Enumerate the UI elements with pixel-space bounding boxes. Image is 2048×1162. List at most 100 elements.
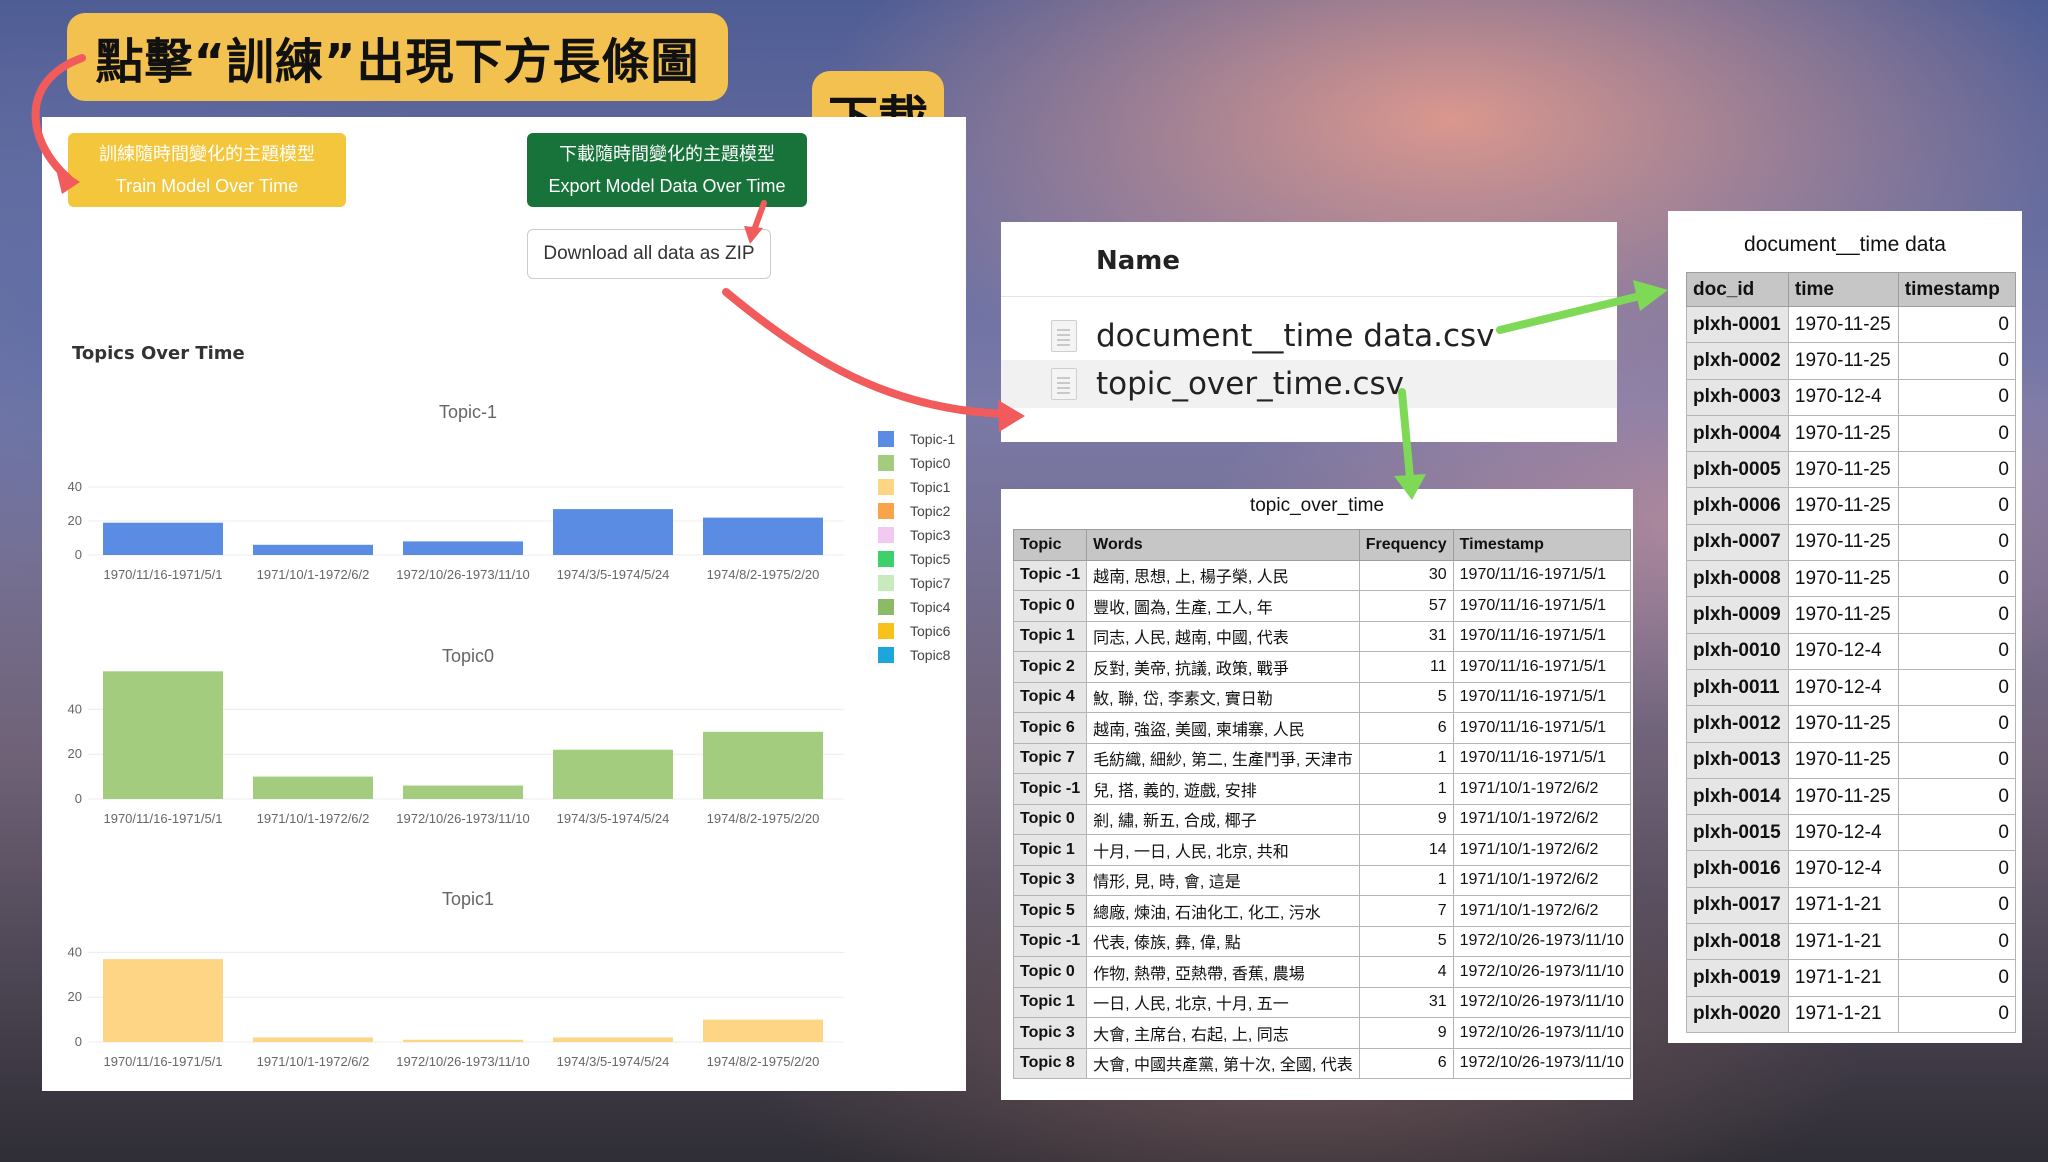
legend-label: Topic7 <box>910 575 951 591</box>
table-cell: plxh-0014 <box>1686 777 1789 816</box>
file-list-panel: Name document__time data.csv topic_over_… <box>1001 222 1617 442</box>
table-cell: 1971/10/1-1972/6/2 <box>1452 834 1631 866</box>
bar <box>253 776 373 799</box>
column-header: Words <box>1086 529 1360 561</box>
legend-label: Topic3 <box>910 527 951 543</box>
table-cell: 1970-11-25 <box>1787 523 1899 562</box>
legend-label: Topic0 <box>910 455 951 471</box>
table-cell: 0 <box>1897 632 2017 670</box>
table-cell: 0 <box>1897 814 2017 852</box>
bar <box>253 544 373 555</box>
table-row: plxh-0006 1970-11-25 0 <box>1686 487 2017 525</box>
table-cell: 1970/11/16-1971/5/1 <box>1452 651 1631 683</box>
table-cell: 1 <box>1358 742 1454 774</box>
table-cell: 31 <box>1358 620 1454 652</box>
table-cell: Topic 1 <box>1012 834 1088 866</box>
table-cell: plxh-0020 <box>1686 995 1789 1033</box>
table-cell: 1971-1-21 <box>1787 959 1899 997</box>
legend-swatch <box>878 431 894 447</box>
table-cell: 0 <box>1897 995 2017 1033</box>
table-cell: plxh-0018 <box>1686 923 1789 961</box>
table-row: Topic -1 代表, 傣族, 彝, 偉, 點 5 1972/10/26-1973/… <box>1012 925 1631 957</box>
table-cell: 5 <box>1358 681 1454 713</box>
table-cell: plxh-0012 <box>1686 705 1789 743</box>
table-cell: 1970/11/16-1971/5/1 <box>1452 590 1631 622</box>
table-cell: 1970-11-25 <box>1787 560 1899 598</box>
bar <box>103 959 223 1042</box>
table-cell: 作物, 熱帶, 亞熱帶, 香蕉, 農場 <box>1086 956 1360 988</box>
table-cell: 1972/10/26-1973/11/10 <box>1452 925 1631 957</box>
table-cell: 0 <box>1897 414 2017 453</box>
table-cell: 1971-1-21 <box>1787 923 1899 961</box>
table-cell: Topic 3 <box>1012 1017 1088 1049</box>
legend-swatch <box>878 479 894 495</box>
table-cell: 1971/10/1-1972/6/2 <box>1452 803 1631 835</box>
table-cell: Topic 1 <box>1012 986 1088 1018</box>
table-cell: 6 <box>1358 1047 1454 1079</box>
table-cell: 1 <box>1358 864 1454 896</box>
table-cell: 大會, 主席台, 右起, 上, 同志 <box>1086 1017 1360 1049</box>
file-row-topic-over-time[interactable]: topic_over_time.csv <box>1001 360 1617 408</box>
table-cell: 1 <box>1358 773 1454 805</box>
table-header-row: doc_id time timestamp <box>1686 272 2017 307</box>
table-cell: 0 <box>1897 342 2017 380</box>
table-row: plxh-0012 1970-11-25 0 <box>1686 705 2017 743</box>
table-cell: 1971-1-21 <box>1787 886 1899 925</box>
table-row: plxh-0020 1971-1-21 0 <box>1686 995 2017 1033</box>
topics-over-time-charts: Topic-1 0 20 40 1970/11/16-1971/5/1 1971/10/1… <box>68 402 956 1069</box>
table-cell: 0 <box>1897 923 2017 961</box>
table-cell: 1970/11/16-1971/5/1 <box>1452 712 1631 744</box>
table-cell: 9 <box>1358 1017 1454 1049</box>
table-cell: 0 <box>1897 850 2017 888</box>
file-row-document-time[interactable]: document__time data.csv <box>1001 312 1617 360</box>
table-cell: 1970-11-25 <box>1787 414 1899 453</box>
table-cell: 0 <box>1897 451 2017 489</box>
table-cell: plxh-0001 <box>1686 305 1789 344</box>
table-cell: 0 <box>1897 305 2017 344</box>
legend-label: Topic4 <box>910 599 951 615</box>
x-tick-label: 1972/10/26-1973/11/10 <box>396 567 530 582</box>
table-cell: 豐收, 圖為, 生產, 工人, 年 <box>1086 590 1360 622</box>
table-cell: plxh-0011 <box>1686 668 1789 707</box>
table-cell: Topic 6 <box>1012 712 1088 744</box>
x-tick-label: 1974/3/5-1974/5/24 <box>557 811 670 826</box>
table-row: Topic 1 同志, 人民, 越南, 中國, 代表 31 1970/11/16-19… <box>1012 620 1631 652</box>
table-cell: 1970-11-25 <box>1787 777 1899 816</box>
table-row: Topic 0 豐收, 圖為, 生產, 工人, 年 57 1970/11/16-197… <box>1012 590 1631 622</box>
y-tick-label: 20 <box>68 989 82 1004</box>
table-cell: 5 <box>1358 925 1454 957</box>
legend-swatch <box>878 455 894 471</box>
bar <box>703 731 823 799</box>
table-cell: 毛紡織, 細紗, 第二, 生產鬥爭, 天津市 <box>1086 742 1360 774</box>
bar <box>553 509 673 555</box>
bar <box>103 671 223 799</box>
column-header: doc_id <box>1686 272 1789 307</box>
table-cell: 14 <box>1358 834 1454 866</box>
x-tick-label: 1971/10/1-1972/6/2 <box>257 811 370 826</box>
chart-title: Topic0 <box>442 646 494 666</box>
table-cell: plxh-0003 <box>1686 378 1789 416</box>
table-cell: 0 <box>1897 886 2017 925</box>
table-cell: 1970/11/16-1971/5/1 <box>1452 681 1631 713</box>
table-cell: 1970-11-25 <box>1787 741 1899 779</box>
column-header: Timestamp <box>1452 529 1631 561</box>
table-cell: 0 <box>1897 596 2017 634</box>
table-cell: 1972/10/26-1973/11/10 <box>1452 1017 1631 1049</box>
table-cell: Topic -1 <box>1012 559 1088 591</box>
x-tick-label: 1971/10/1-1972/6/2 <box>257 1054 370 1069</box>
table-cell: Topic 7 <box>1012 742 1088 774</box>
table-row: plxh-0013 1970-11-25 0 <box>1686 741 2017 779</box>
legend-label: Topic-1 <box>910 431 955 447</box>
table-row: Topic -1 越南, 思想, 上, 楊子榮, 人民 30 1970/11/16-1… <box>1012 559 1631 591</box>
table-row: plxh-0001 1970-11-25 0 <box>1686 305 2017 344</box>
table-cell: 11 <box>1358 651 1454 683</box>
table-cell: plxh-0017 <box>1686 886 1789 925</box>
y-tick-label: 40 <box>68 944 82 959</box>
table-cell: 1970-11-25 <box>1787 342 1899 380</box>
table-cell: 4 <box>1358 956 1454 988</box>
table-cell: 1970-11-25 <box>1787 305 1899 344</box>
y-tick-label: 40 <box>68 479 82 494</box>
table-row: Topic 2 反對, 美帝, 抗議, 政策, 戰爭 11 1970/11/16-19… <box>1012 651 1631 683</box>
table-cell: plxh-0015 <box>1686 814 1789 852</box>
table-cell: plxh-0016 <box>1686 850 1789 888</box>
